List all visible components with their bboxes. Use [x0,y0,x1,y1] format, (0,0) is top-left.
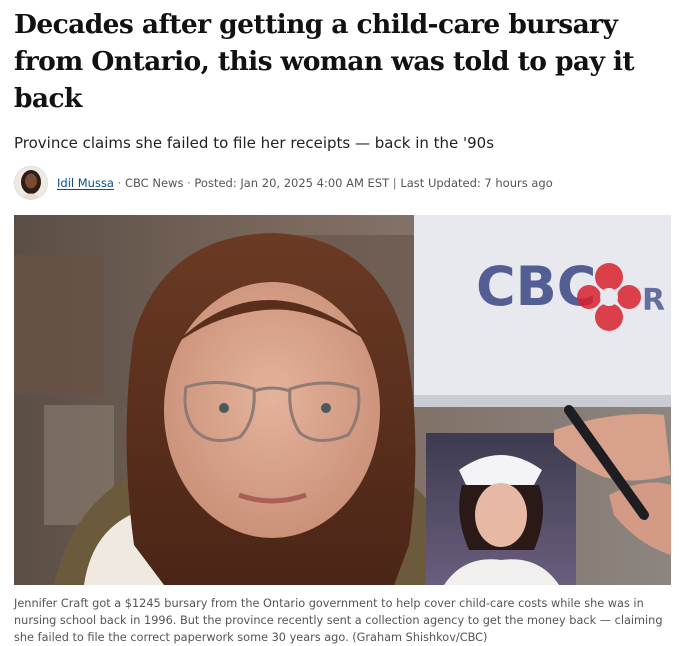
author-link[interactable]: Idil Mussa [57,176,114,190]
cbc-sign-text: CBC [476,255,596,318]
posted-timestamp: Posted: Jan 20, 2025 4:00 AM EST [194,176,390,190]
hero-photo[interactable]: CBC R [14,215,671,585]
author-avatar-image [15,167,47,199]
hero-photo-image: CBC R [14,215,671,585]
updated-timestamp: Last Updated: 7 hours ago [400,176,553,190]
byline-separator: · [117,176,122,190]
byline-divider: | [392,176,397,190]
author-avatar[interactable] [14,166,48,200]
byline-text: Idil Mussa · CBC News · Posted: Jan 20, … [57,176,553,190]
outlet-name: CBC News [124,176,184,190]
byline: Idil Mussa · CBC News · Posted: Jan 20, … [14,165,678,201]
article-page: Decades after getting a child-care bursa… [0,0,692,644]
dek-subheadline: Province claims she failed to file her r… [14,134,495,152]
held-photograph [426,433,576,585]
headline: Decades after getting a child-care bursa… [14,9,635,114]
byline-separator: · [187,176,191,190]
svg-text:R: R [642,283,665,318]
cbc-sign: CBC R [414,215,671,407]
photo-caption: Jennifer Craft got a $1245 bursary from … [14,597,663,644]
